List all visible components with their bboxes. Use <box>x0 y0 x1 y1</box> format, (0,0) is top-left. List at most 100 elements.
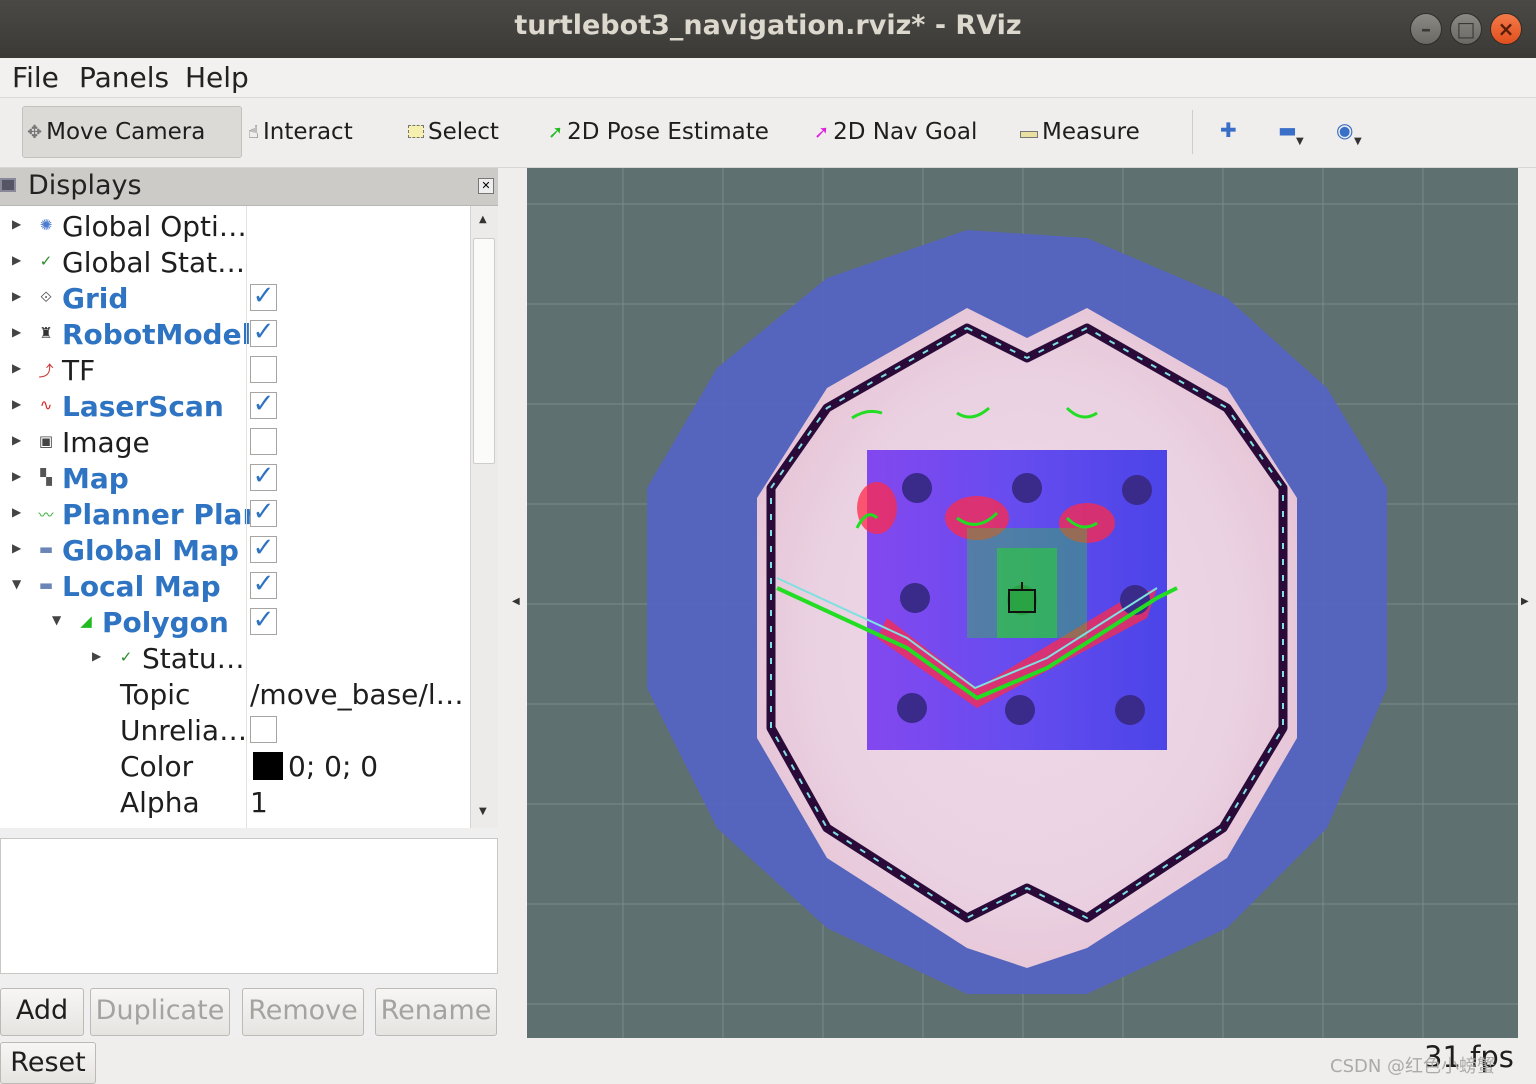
menu-panels[interactable]: Panels <box>79 61 169 94</box>
display-label: LaserScan <box>62 390 224 423</box>
unreliable-label: Unrelia… <box>120 714 248 747</box>
color-swatch[interactable] <box>253 752 283 780</box>
duplicate-button[interactable]: Duplicate <box>90 988 230 1036</box>
watermark: CSDN @红色小螃蟹 <box>1330 1056 1496 1077</box>
display-label: RobotModel <box>62 318 252 351</box>
collapse-right-icon[interactable]: ▶ <box>1521 596 1529 607</box>
display-item-robotmodel[interactable]: ▶ ♜ RobotModel ✓ <box>0 316 470 352</box>
menu-help[interactable]: Help <box>185 61 249 94</box>
enable-checkbox[interactable] <box>250 428 277 455</box>
move-camera-tool[interactable]: ✥ Move Camera <box>22 106 242 158</box>
display-item-planner-plan[interactable]: ▶ 〰 Planner Plan ✓ <box>0 496 470 532</box>
measure-tool[interactable]: Measure <box>1020 106 1140 158</box>
display-label: Local Map <box>62 570 221 603</box>
right-splitter[interactable]: ▶ <box>1518 168 1536 1038</box>
menu-file[interactable]: File <box>12 61 59 94</box>
expand-arrow-icon[interactable]: ▶ <box>12 433 21 447</box>
select-tool[interactable]: Select <box>408 106 499 158</box>
minimize-button[interactable]: – <box>1410 13 1442 45</box>
add-button[interactable]: Add <box>0 988 84 1036</box>
expand-arrow-icon[interactable]: ▶ <box>12 361 21 375</box>
polygon-alpha-row[interactable]: Alpha 1 <box>0 784 470 820</box>
expand-arrow-icon[interactable]: ▶ <box>92 649 101 663</box>
expand-arrow-icon[interactable]: ▶ <box>12 541 21 555</box>
measure-label: Measure <box>1042 119 1140 145</box>
expand-arrow-icon[interactable]: ▶ <box>12 397 21 411</box>
scroll-down-icon[interactable]: ▼ <box>479 806 487 817</box>
display-item-global-options[interactable]: ▶ ✺ Global Opti… <box>0 208 470 244</box>
display-item-polygon[interactable]: ▼ ◢ Polygon ✓ <box>0 604 470 640</box>
reset-button[interactable]: Reset <box>0 1042 96 1084</box>
pose-estimate-tool[interactable]: ➚ 2D Pose Estimate <box>548 106 769 158</box>
remove-tool-button[interactable]: ▬ ▼ <box>1278 118 1304 147</box>
map-canvas[interactable] <box>527 168 1518 1038</box>
scroll-thumb[interactable] <box>473 238 495 464</box>
displays-tree: ▶ ✺ Global Opti… ▶ ✓ Global Stat… ▶ ⟐ Gr… <box>0 206 470 828</box>
polygon-color-row[interactable]: Color 0; 0; 0 <box>0 748 470 784</box>
display-item-grid[interactable]: ▶ ⟐ Grid ✓ <box>0 280 470 316</box>
move-camera-icon: ✥ <box>27 121 43 143</box>
enable-checkbox[interactable]: ✓ <box>250 463 277 491</box>
expand-arrow-icon[interactable]: ▶ <box>12 325 21 339</box>
display-item-laserscan[interactable]: ▶ ∿ LaserScan ✓ <box>0 388 470 424</box>
color-label: Color <box>120 750 194 783</box>
monitor-icon <box>0 178 16 192</box>
enable-checkbox[interactable]: ✓ <box>250 535 277 563</box>
expand-arrow-icon[interactable]: ▶ <box>12 469 21 483</box>
enable-checkbox[interactable]: ✓ <box>250 391 277 419</box>
rename-button[interactable]: Rename <box>375 988 497 1036</box>
collapse-arrow-icon[interactable]: ▼ <box>12 577 21 591</box>
display-item-global-map[interactable]: ▶ ▬ Global Map ✓ <box>0 532 470 568</box>
polygon-status-row[interactable]: ▶ ✓ Statu… <box>0 640 470 676</box>
expand-arrow-icon[interactable]: ▶ <box>12 505 21 519</box>
display-label: Grid <box>62 282 129 315</box>
render-viewport[interactable] <box>527 168 1518 1038</box>
check-icon: ✓ <box>39 252 53 270</box>
alpha-value[interactable]: 1 <box>250 786 268 819</box>
window-title: turtlebot3_navigation.rviz* - RViz <box>514 10 1022 41</box>
menu-bar: File Panels Help <box>0 58 1536 98</box>
maximize-button[interactable]: □ <box>1450 13 1482 45</box>
status-label: Statu… <box>142 642 245 675</box>
polygon-topic-row[interactable]: Topic /move_base/l… <box>0 676 470 712</box>
interact-tool[interactable]: ☝ Interact <box>248 106 353 158</box>
display-label: Planner Plan <box>62 498 263 531</box>
view-tool-button[interactable]: ◉ ▼ <box>1336 118 1362 147</box>
collapse-arrow-icon[interactable]: ▼ <box>52 613 61 627</box>
dropdown-arrow-icon: ▼ <box>1354 136 1362 147</box>
polygon-unreliable-row[interactable]: Unrelia… <box>0 712 470 748</box>
display-item-map[interactable]: ▶ ▚ Map ✓ <box>0 460 470 496</box>
enable-checkbox[interactable]: ✓ <box>250 571 277 599</box>
enable-checkbox[interactable]: ✓ <box>250 319 277 347</box>
enable-checkbox[interactable]: ✓ <box>250 607 277 635</box>
enable-checkbox[interactable]: ✓ <box>250 499 277 527</box>
laser-scan-points <box>967 528 1087 638</box>
enable-checkbox[interactable] <box>250 356 277 383</box>
display-item-tf[interactable]: ▶ ⤴ TF <box>0 352 470 388</box>
select-label: Select <box>428 119 499 145</box>
unreliable-checkbox[interactable] <box>250 716 277 743</box>
display-item-image[interactable]: ▶ ▣ Image <box>0 424 470 460</box>
nav-goal-tool[interactable]: ➚ 2D Nav Goal <box>814 106 977 158</box>
panel-close-icon[interactable]: ✕ <box>478 178 494 194</box>
close-button[interactable]: × <box>1490 13 1522 45</box>
interact-label: Interact <box>262 119 353 145</box>
display-label: Image <box>62 426 150 459</box>
color-value[interactable]: 0; 0; 0 <box>288 750 378 783</box>
display-item-local-map[interactable]: ▼ ▬ Local Map ✓ <box>0 568 470 604</box>
collapse-left-icon[interactable]: ◀ <box>512 596 520 607</box>
scroll-up-icon[interactable]: ▲ <box>479 214 487 225</box>
display-item-global-status[interactable]: ▶ ✓ Global Stat… <box>0 244 470 280</box>
folder-icon: ▬ <box>38 540 54 558</box>
topic-value[interactable]: /move_base/l… <box>250 678 464 711</box>
add-tool-button[interactable]: ✚ <box>1220 118 1237 142</box>
expand-arrow-icon[interactable]: ▶ <box>12 253 21 267</box>
enable-checkbox[interactable]: ✓ <box>250 283 277 311</box>
display-label: Global Stat… <box>62 246 246 279</box>
expand-arrow-icon[interactable]: ▶ <box>12 217 21 231</box>
remove-button[interactable]: Remove <box>242 988 364 1036</box>
left-splitter[interactable]: ◀ <box>498 168 526 1038</box>
expand-arrow-icon[interactable]: ▶ <box>12 289 21 303</box>
tool-bar: ✥ Move Camera ☝ Interact Select ➚ 2D Pos… <box>0 98 1536 168</box>
displays-scrollbar[interactable]: ▲ ▼ <box>470 206 498 828</box>
